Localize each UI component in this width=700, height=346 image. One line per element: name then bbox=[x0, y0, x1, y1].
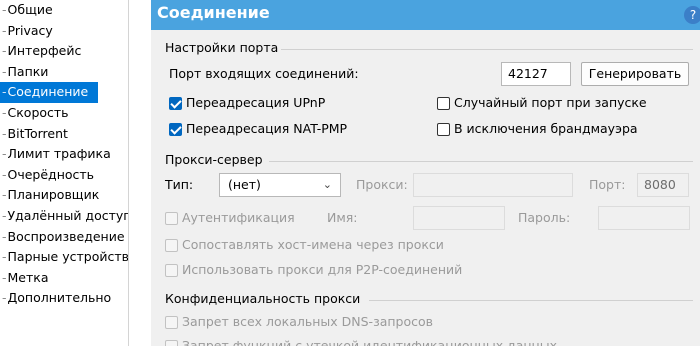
proxy-p2p-label: Использовать прокси для P2P-соединений bbox=[182, 262, 463, 277]
block-leak-features-checkbox[interactable] bbox=[165, 340, 178, 346]
tree-connector: - bbox=[2, 104, 7, 120]
sidebar-item[interactable]: -Лимит трафика bbox=[0, 144, 128, 165]
proxy-port-label: Порт: bbox=[589, 177, 626, 192]
proxy-username-input[interactable] bbox=[413, 206, 505, 230]
port-settings-group-title: Настройки порта bbox=[165, 40, 279, 55]
sidebar-item-label: Папки bbox=[7, 63, 49, 79]
sidebar-item-label: Дополнительно bbox=[7, 290, 112, 306]
sidebar-item-label: Парные устройства bbox=[7, 249, 129, 265]
proxy-auth-label: Аутентификация bbox=[182, 210, 295, 225]
tree-connector: - bbox=[2, 43, 7, 59]
sidebar-item[interactable]: -Удалённый доступ bbox=[0, 206, 128, 227]
sidebar-item[interactable]: -Очерёдность bbox=[0, 165, 128, 186]
sidebar-item-label: Общие bbox=[7, 2, 53, 17]
sidebar-item[interactable]: -Метка bbox=[0, 268, 128, 289]
proxy-password-input[interactable] bbox=[598, 206, 690, 230]
tree-connector: - bbox=[2, 84, 7, 100]
sidebar-item-label: Интерфейс bbox=[7, 43, 82, 59]
tree-connector: - bbox=[2, 146, 7, 162]
tree-connector: - bbox=[2, 249, 7, 265]
proxy-port-input[interactable]: 8080 bbox=[637, 173, 689, 197]
question-mark-icon[interactable]: ? bbox=[684, 6, 700, 24]
sidebar-item-label: BitTorrent bbox=[7, 125, 68, 141]
block-dns-checkbox[interactable] bbox=[165, 316, 178, 329]
tree-connector: - bbox=[2, 22, 7, 38]
group-divider bbox=[269, 161, 693, 162]
sidebar-item-label: Privacy bbox=[7, 22, 53, 38]
sidebar-item[interactable]: -Privacy bbox=[0, 21, 128, 42]
upnp-checkbox[interactable] bbox=[169, 97, 182, 110]
sidebar-item[interactable]: -Скорость bbox=[0, 103, 128, 124]
proxy-group-title: Прокси-сервер bbox=[165, 152, 263, 167]
generate-port-button[interactable]: Генерировать bbox=[581, 62, 689, 86]
proxy-password-label: Пароль: bbox=[518, 210, 571, 225]
proxy-resolve-hostnames-label: Сопоставлять хост-имена через прокси bbox=[182, 237, 444, 252]
incoming-port-label: Порт входящих соединений: bbox=[169, 66, 359, 81]
tree-connector: - bbox=[2, 125, 7, 141]
proxy-type-value: (нет) bbox=[228, 177, 261, 192]
proxy-type-label: Тип: bbox=[165, 177, 194, 192]
incoming-port-input[interactable]: 42127 bbox=[501, 62, 571, 86]
proxy-p2p-checkbox[interactable] bbox=[165, 264, 178, 277]
sidebar-item-label: Метка bbox=[7, 269, 49, 285]
random-port-checkbox[interactable] bbox=[437, 97, 450, 110]
sidebar-item[interactable]: -Общие bbox=[0, 0, 128, 21]
natpmp-label: Переадресация NAT-PMP bbox=[186, 121, 348, 136]
group-divider bbox=[369, 300, 693, 301]
sidebar-item-label: Удалённый доступ bbox=[7, 207, 129, 223]
panel-header: Соединение ? bbox=[151, 0, 700, 30]
sidebar-item-label: Планировщик bbox=[7, 187, 100, 203]
sidebar-item[interactable]: -Планировщик bbox=[0, 185, 128, 206]
sidebar-item[interactable]: -BitTorrent bbox=[0, 124, 128, 145]
settings-panel: Соединение ? Настройки порта Порт входящ… bbox=[151, 0, 700, 346]
tree-connector: - bbox=[2, 187, 7, 203]
block-leak-features-label: Запрет функций с утечкой идентификационн… bbox=[182, 338, 557, 346]
sidebar-item[interactable]: -Дополнительно bbox=[0, 288, 128, 309]
settings-sidebar: -Общие -Privacy -Интерфейс -Папки -Соединени… bbox=[0, 0, 129, 346]
random-port-label: Случайный порт при запуске bbox=[454, 95, 647, 110]
page-title: Соединение bbox=[157, 3, 270, 22]
tree-connector: - bbox=[2, 290, 7, 306]
sidebar-item-label: Скорость bbox=[7, 104, 69, 120]
chevron-down-icon: ⌄ bbox=[322, 178, 332, 191]
firewall-exception-checkbox[interactable] bbox=[437, 123, 450, 136]
proxy-host-input[interactable] bbox=[413, 173, 573, 197]
sidebar-item-label: Воспроизведение bbox=[7, 228, 125, 244]
tree-connector: - bbox=[2, 228, 7, 244]
firewall-exception-label: В исключения брандмауэра bbox=[454, 121, 638, 136]
tree-connector: - bbox=[2, 63, 7, 79]
sidebar-item-label: Соединение bbox=[7, 84, 89, 100]
sidebar-item[interactable]: -Папки bbox=[0, 62, 128, 83]
block-dns-label: Запрет всех локальных DNS-запросов bbox=[182, 314, 434, 329]
proxy-privacy-group-title: Конфиденциальность прокси bbox=[165, 291, 361, 306]
sidebar-item[interactable]: -Воспроизведение bbox=[0, 227, 128, 248]
tree-connector: - bbox=[2, 269, 7, 285]
proxy-host-label: Прокси: bbox=[356, 177, 408, 192]
sidebar-item-label: Очерёдность bbox=[7, 166, 95, 182]
tree-connector: - bbox=[2, 207, 7, 223]
natpmp-checkbox[interactable] bbox=[169, 123, 182, 136]
tree-connector: - bbox=[2, 2, 7, 17]
group-divider bbox=[281, 49, 693, 50]
proxy-username-label: Имя: bbox=[327, 210, 358, 225]
sidebar-item[interactable]: -Интерфейс bbox=[0, 41, 128, 62]
proxy-resolve-hostnames-checkbox[interactable] bbox=[165, 239, 178, 252]
upnp-label: Переадресация UPnP bbox=[186, 95, 326, 110]
sidebar-item[interactable]: -Соединение bbox=[0, 82, 99, 103]
tree-connector: - bbox=[2, 166, 7, 182]
proxy-auth-checkbox[interactable] bbox=[165, 212, 178, 225]
sidebar-item[interactable]: -Парные устройства bbox=[0, 247, 128, 268]
sidebar-item-label: Лимит трафика bbox=[7, 146, 111, 162]
proxy-type-select[interactable]: (нет) ⌄ bbox=[219, 173, 341, 197]
